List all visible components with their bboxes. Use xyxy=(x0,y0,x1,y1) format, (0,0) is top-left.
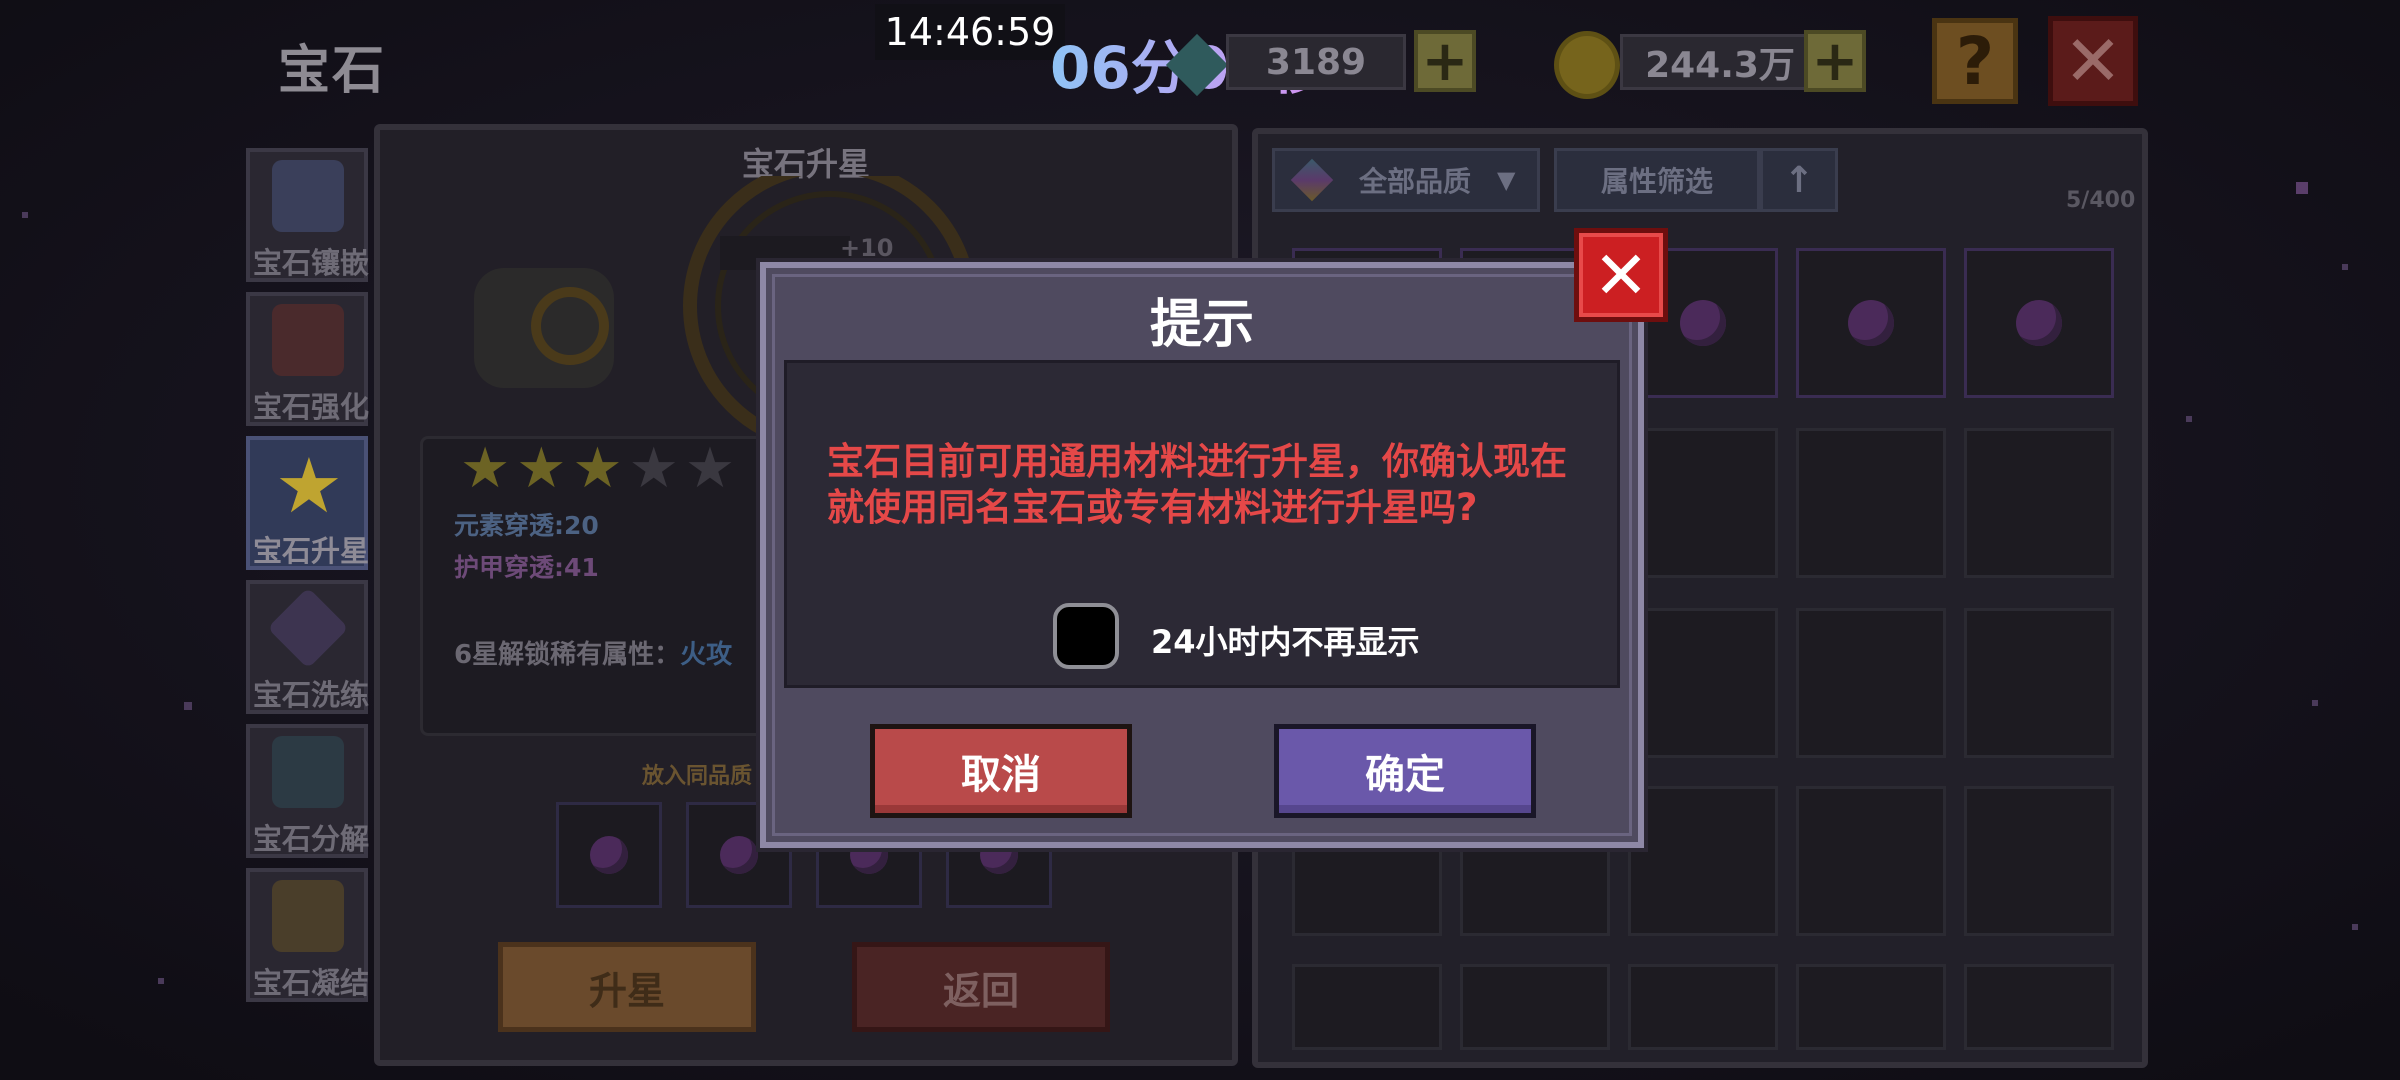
cancel-button[interactable]: 取消 xyxy=(870,724,1132,818)
dont-show-checkbox[interactable] xyxy=(1053,603,1119,669)
close-icon: ✕ xyxy=(1593,236,1649,314)
dialog-body: 宝石目前可用通用材料进行升星，你确认现在就使用同名宝石或专有材料进行升星吗? 2… xyxy=(784,360,1620,688)
dialog-close-button[interactable]: ✕ xyxy=(1574,228,1668,322)
dialog-title: 提示 xyxy=(1149,295,1254,355)
dont-show-label[interactable]: 24小时内不再显示 xyxy=(1151,617,1420,663)
confirm-button[interactable]: 确定 xyxy=(1274,724,1536,818)
dialog-message: 宝石目前可用通用材料进行升星，你确认现在就使用同名宝石或专有材料进行升星吗? xyxy=(827,440,1567,529)
confirm-dialog: 提示 宝石目前可用通用材料进行升星，你确认现在就使用同名宝石或专有材料进行升星吗… xyxy=(760,262,1644,848)
